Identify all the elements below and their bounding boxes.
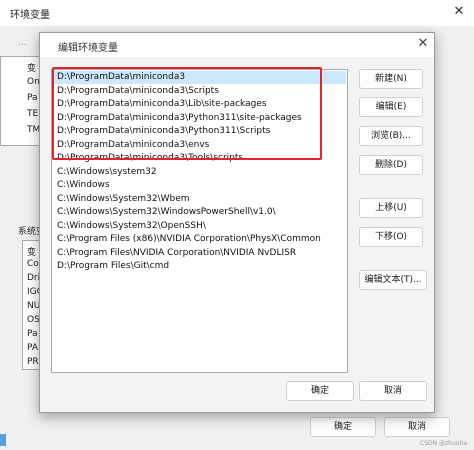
path-list-item[interactable]: C:\Windows\System32\Wbem xyxy=(57,193,190,206)
user-variables-label: … xyxy=(18,38,27,48)
path-list-item[interactable]: D:\ProgramData\miniconda3\Python311\Scri… xyxy=(57,125,270,138)
browse-button[interactable]: 浏览(B)... xyxy=(359,126,423,146)
outer-window-title: 环境变量 xyxy=(10,10,50,21)
path-list-item[interactable]: D:\ProgramData\miniconda3\Python311\site… xyxy=(57,112,302,125)
delete-button[interactable]: 删除(D) xyxy=(359,155,423,175)
path-list-item[interactable]: C:\Program Files (x86)\NVIDIA Corporatio… xyxy=(57,233,321,246)
path-list-item[interactable]: D:\ProgramData\miniconda3\Scripts xyxy=(57,85,219,98)
path-list-item[interactable]: D:\ProgramData\miniconda3\Lib\site-packa… xyxy=(57,98,267,111)
user-var-item[interactable]: 变 xyxy=(27,61,36,74)
dialog-title-bar: 编辑环境变量 ✕ xyxy=(40,33,434,57)
move-down-button[interactable]: 下移(O) xyxy=(359,227,423,247)
edit-text-button[interactable]: 编辑文本(T)... xyxy=(359,270,427,290)
taskbar-edge xyxy=(0,434,6,446)
path-list[interactable]: D:\ProgramData\miniconda3 D:\ProgramData… xyxy=(51,69,348,373)
move-up-button[interactable]: 上移(U) xyxy=(359,198,423,218)
outer-cancel-button[interactable]: 取消 xyxy=(384,417,450,437)
outer-ok-button[interactable]: 确定 xyxy=(310,417,376,437)
dialog-ok-button[interactable]: 确定 xyxy=(286,381,354,401)
user-var-item[interactable]: On xyxy=(27,77,40,87)
edit-environment-variable-dialog: 编辑环境变量 ✕ D:\ProgramData\miniconda3 D:\Pr… xyxy=(39,32,435,413)
path-list-item[interactable]: C:\Windows xyxy=(57,179,110,192)
edit-button[interactable]: 编辑(E) xyxy=(359,97,423,117)
path-list-item[interactable]: D:\Program Files\Git\cmd xyxy=(57,260,169,273)
path-list-item[interactable]: D:\ProgramData\miniconda3\Tools\scripts xyxy=(57,152,243,165)
dialog-close-icon[interactable]: ✕ xyxy=(416,37,430,51)
path-list-item[interactable]: D:\ProgramData\miniconda3\envs xyxy=(57,139,209,152)
path-list-item[interactable]: C:\Program Files\NVIDIA Corporation\NVID… xyxy=(57,247,296,260)
outer-title-bar: 环境变量 ✕ xyxy=(0,0,474,26)
path-list-item[interactable]: C:\Windows\System32\OpenSSH\ xyxy=(57,220,206,233)
user-var-item[interactable]: TE xyxy=(27,109,38,119)
path-list-item[interactable]: C:\Windows\system32 xyxy=(57,166,157,179)
dialog-cancel-button[interactable]: 取消 xyxy=(359,381,427,401)
user-variables-list[interactable]: 变 On Pa TE TM xyxy=(0,56,40,146)
path-list-item[interactable]: C:\Windows\System32\WindowsPowerShell\v1… xyxy=(57,206,276,219)
dialog-title: 编辑环境变量 xyxy=(58,43,118,54)
new-button[interactable]: 新建(N) xyxy=(359,69,423,89)
system-variables-list[interactable]: 变 Co Dri IGC NU OS Pa PA PR xyxy=(22,240,41,370)
path-list-item-selected[interactable]: D:\ProgramData\miniconda3 xyxy=(53,71,346,84)
outer-close-icon[interactable]: ✕ xyxy=(452,5,466,19)
watermark: CSDN @zhuoha xyxy=(420,440,467,447)
user-var-item[interactable]: Pa xyxy=(27,93,38,103)
